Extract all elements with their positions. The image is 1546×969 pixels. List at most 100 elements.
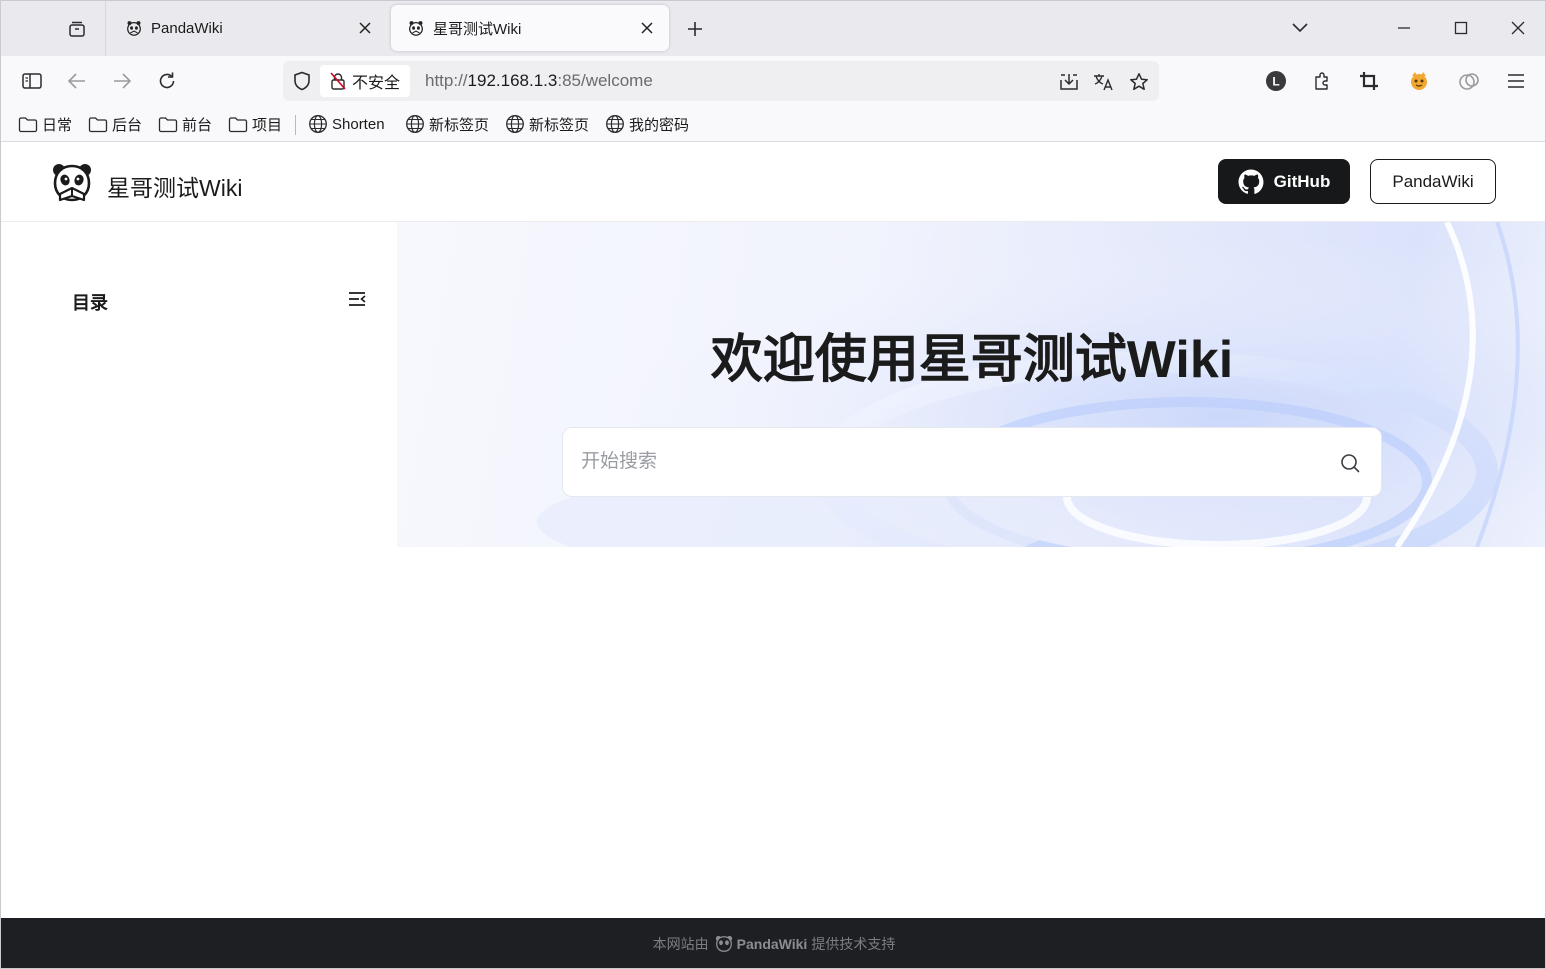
sidebar-icon xyxy=(22,73,42,89)
download-icon xyxy=(1060,74,1078,90)
hero-title: 欢迎使用星哥测试Wiki xyxy=(710,331,1234,389)
tab-bar: PandaWiki 星哥测试Wiki xyxy=(1,1,1545,56)
account-avatar-icon: L xyxy=(1266,71,1286,91)
maximize-icon xyxy=(1454,21,1468,35)
back-button[interactable] xyxy=(63,67,91,95)
minimize-icon xyxy=(1398,27,1410,29)
plus-icon xyxy=(688,22,702,36)
extension-tampermonkey-button[interactable] xyxy=(1405,67,1433,95)
tab-close-button[interactable] xyxy=(637,18,657,38)
tab-pandawiki[interactable]: PandaWiki xyxy=(109,5,387,51)
translate-button[interactable] xyxy=(1092,70,1116,94)
folder-icon xyxy=(18,116,38,132)
tab-separator xyxy=(105,1,106,56)
footer-suffix: 提供技术支持 xyxy=(811,936,896,952)
bookmark-label: Shorten xyxy=(332,115,385,133)
translate-icon xyxy=(1094,74,1113,91)
window-close-button[interactable] xyxy=(1503,13,1533,43)
shield-icon xyxy=(294,71,310,91)
app-menu-button[interactable] xyxy=(1502,67,1530,95)
site-name[interactable]: 星哥测试Wiki xyxy=(107,169,242,203)
folder-icon xyxy=(158,116,178,132)
site-header: 星哥测试Wiki GitHub PandaWiki xyxy=(1,142,1545,222)
star-icon xyxy=(1130,73,1148,91)
url-scheme: http:// xyxy=(425,71,468,90)
arrow-right-icon xyxy=(114,73,132,89)
bookmark-label: 我的密码 xyxy=(629,116,690,134)
extensions-button[interactable] xyxy=(1308,67,1336,95)
navigation-toolbar: 不安全 http://192.168.1.3:85/welcome L xyxy=(1,56,1545,106)
bookmarks-toolbar: 日常 后台 前台 项目 Shorten 新标签页 新标签页 我的密码 xyxy=(1,106,1545,142)
folder-icon xyxy=(88,116,108,132)
bookmark-folder-daily[interactable]: 日常 xyxy=(18,113,72,135)
arrow-left-icon xyxy=(67,73,85,89)
web-page: 星哥测试Wiki GitHub PandaWiki 目录 欢迎使用星哥测试Wik… xyxy=(1,142,1545,968)
crop-icon xyxy=(1360,72,1378,90)
bookmark-folder-frontend[interactable]: 前台 xyxy=(158,113,212,135)
save-page-button[interactable] xyxy=(1057,70,1081,94)
search-input[interactable] xyxy=(581,428,1321,496)
puzzle-icon xyxy=(1315,72,1328,90)
security-label: 不安全 xyxy=(352,75,401,92)
pandawiki-button[interactable]: PandaWiki xyxy=(1370,159,1496,204)
tab-list-button[interactable] xyxy=(1285,13,1315,43)
site-security-button[interactable]: 不安全 xyxy=(320,65,411,97)
bookmark-new-tab-2[interactable]: 新标签页 xyxy=(505,113,589,135)
search-icon[interactable] xyxy=(1339,452,1361,474)
globe-icon xyxy=(606,115,624,133)
url-path: :85/welcome xyxy=(557,71,653,90)
tab-overview-icon xyxy=(69,21,85,37)
folder-icon xyxy=(228,116,248,132)
bookmark-my-passwords[interactable]: 我的密码 xyxy=(605,113,689,135)
site-footer: 本网站由 PandaWiki 提供技术支持 xyxy=(1,918,1545,968)
screenshot-crop-button[interactable] xyxy=(1355,67,1383,95)
tab-title: PandaWiki xyxy=(151,19,223,37)
reload-icon xyxy=(159,72,175,89)
browser-window: PandaWiki 星哥测试Wiki 不安全 http://192.168.1.… xyxy=(0,0,1546,969)
extension-cloud-icon xyxy=(1459,73,1479,90)
close-icon xyxy=(359,22,371,34)
forward-button[interactable] xyxy=(108,67,136,95)
hamburger-menu-icon xyxy=(1508,74,1524,88)
close-icon xyxy=(1511,21,1525,35)
bookmark-shorten[interactable]: Shorten xyxy=(308,113,385,135)
extension-cloud-button[interactable] xyxy=(1455,67,1483,95)
tab-close-button[interactable] xyxy=(355,18,375,38)
bookmark-label: 日常 xyxy=(42,116,73,134)
globe-icon xyxy=(506,115,524,133)
url-host: 192.168.1.3 xyxy=(467,71,558,90)
tab-xingge-wiki[interactable]: 星哥测试Wiki xyxy=(391,5,669,51)
new-tab-button[interactable] xyxy=(683,17,707,41)
extension-cat-icon xyxy=(1411,72,1427,90)
bookmark-new-tab-1[interactable]: 新标签页 xyxy=(405,113,489,135)
reload-button[interactable] xyxy=(153,67,181,95)
bookmark-label: 新标签页 xyxy=(529,116,590,134)
toc-title: 目录 xyxy=(72,293,108,313)
bookmark-label: 项目 xyxy=(252,116,283,134)
account-button[interactable]: L xyxy=(1262,67,1290,95)
tracking-protection-button[interactable] xyxy=(291,70,313,92)
bookmark-label: 前台 xyxy=(182,116,213,134)
bookmark-separator xyxy=(295,115,296,135)
sidebar-toggle-button[interactable] xyxy=(18,67,46,95)
address-bar[interactable]: 不安全 http://192.168.1.3:85/welcome xyxy=(283,61,1159,101)
github-button-label: GitHub xyxy=(1273,171,1331,191)
tab-overview-button[interactable] xyxy=(57,15,97,43)
lock-strikethrough-icon xyxy=(330,72,346,90)
bookmark-folder-backend[interactable]: 后台 xyxy=(88,113,142,135)
panda-favicon-icon xyxy=(409,21,423,36)
github-button[interactable]: GitHub xyxy=(1218,159,1350,204)
footer-brand-link[interactable]: PandaWiki xyxy=(737,936,808,952)
indent-menu-icon xyxy=(349,292,366,306)
toc-collapse-button[interactable] xyxy=(345,287,369,311)
bookmark-folder-projects[interactable]: 项目 xyxy=(228,113,282,135)
tab-title: 星哥测试Wiki xyxy=(433,20,522,38)
panda-logo-icon[interactable] xyxy=(51,162,93,204)
github-icon xyxy=(1238,169,1264,194)
url-text[interactable]: http://192.168.1.3:85/welcome xyxy=(425,71,653,91)
close-icon xyxy=(641,22,653,34)
minimize-button[interactable] xyxy=(1389,13,1419,43)
maximize-button[interactable] xyxy=(1446,13,1476,43)
bookmark-star-button[interactable] xyxy=(1127,70,1151,94)
panda-favicon-icon xyxy=(127,21,141,36)
